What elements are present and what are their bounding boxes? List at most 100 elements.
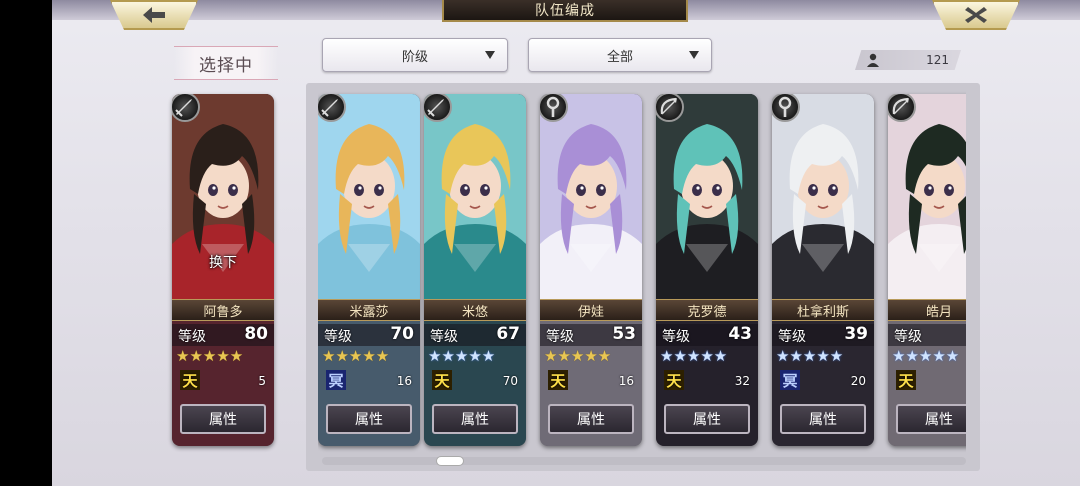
staff-icon (778, 96, 792, 117)
character-portrait (318, 94, 420, 299)
attribute-button[interactable]: 属性 (780, 404, 866, 434)
character-card[interactable]: 皓月等级2★★★★★ 天属性 (888, 94, 966, 446)
character-name: 米悠 (424, 299, 526, 321)
back-arrow-icon (143, 7, 165, 23)
heaven-attribute-icon: 天 (432, 370, 452, 390)
sword-icon (321, 99, 338, 117)
page-title: 队伍编成 (442, 0, 688, 22)
sub-number: 5 (258, 374, 266, 388)
character-portrait (540, 94, 642, 299)
level-value: 53 (612, 324, 636, 344)
level-label: 等级 (430, 329, 458, 345)
level-value: 80 (244, 324, 268, 344)
class-badge (656, 94, 684, 122)
staff-icon (546, 96, 560, 117)
character-name: 伊娃 (540, 299, 642, 321)
sub-number: 32 (734, 374, 750, 388)
bow-icon (892, 97, 909, 115)
sub-number: 70 (502, 374, 518, 388)
attribute-button[interactable]: 属性 (432, 404, 518, 434)
bow-icon (660, 97, 677, 115)
class-badge (424, 94, 452, 122)
close-icon (965, 7, 987, 23)
character-name: 阿鲁多 (172, 299, 274, 321)
rank-dropdown-label: 阶级 (401, 49, 428, 65)
level-row: 等级 43 (656, 324, 758, 346)
class-badge (772, 94, 800, 122)
character-card[interactable]: 克罗德 等级 43 ★★★★★ 天 32 属性 (656, 94, 758, 446)
level-value: 43 (728, 324, 752, 344)
character-name: 杜拿利斯 (772, 299, 874, 321)
level-label: 等级 (894, 329, 922, 345)
level-label: 等级 (662, 329, 690, 345)
heaven-attribute-icon: 天 (548, 370, 568, 390)
rarity-stars: ★★★★★ (176, 347, 244, 365)
rank-dropdown[interactable]: 阶级 (322, 38, 508, 72)
character-name: 米露莎 (318, 299, 420, 321)
rarity-stars: ★★★★★ (428, 347, 496, 365)
attribute-button[interactable]: 属性 (326, 404, 412, 434)
character-card[interactable]: 杜拿利斯等级 39 ★★★★★ 冥 20 属性 (772, 94, 874, 446)
attribute-button[interactable]: 属性 (664, 404, 750, 434)
roster-list[interactable]: 米露莎 等级 70 ★★★★★ 冥 16 属性 米悠 等级 67 ★★★★★ 天 70 属性 伊娃 等级 5… (318, 88, 966, 458)
scroll-thumb[interactable] (436, 456, 464, 466)
level-row: 等级 70 (318, 324, 420, 346)
level-label: 等级 (178, 329, 206, 345)
heaven-attribute-icon: 天 (664, 370, 684, 390)
attribute-button[interactable]: 属性 (180, 404, 266, 434)
class-badge (318, 94, 346, 122)
character-portrait (888, 94, 966, 299)
character-portrait (656, 94, 758, 299)
level-row: 等级 67 (424, 324, 526, 346)
filter-dropdown[interactable]: 全部 (528, 38, 712, 72)
swap-out-label[interactable]: 换下 (172, 252, 274, 272)
class-badge (540, 94, 568, 122)
level-label: 等级 (778, 329, 806, 345)
attribute-button[interactable]: 属性 (548, 404, 634, 434)
sub-number: 16 (618, 374, 634, 388)
dark-attribute-icon: 冥 (326, 370, 346, 390)
level-row: 等级 80 (172, 324, 274, 346)
rarity-stars: ★★★★★ (776, 347, 844, 365)
stage: 队伍编成 选择中 阶级 全部 121 换下 阿鲁多 等级 80 ★★★★★ 天 … (0, 0, 1080, 486)
unit-count: 121 (855, 50, 961, 70)
level-label: 等级 (324, 329, 352, 345)
screen: 队伍编成 选择中 阶级 全部 121 换下 阿鲁多 等级 80 ★★★★★ 天 … (52, 0, 1080, 486)
selected-character-card[interactable]: 换下阿鲁多等级 80 ★★★★★ 天 5 属性 (172, 94, 274, 446)
level-value: 39 (844, 324, 868, 344)
class-badge (888, 94, 916, 122)
rarity-stars: ★★★★★ (892, 347, 960, 365)
character-card[interactable]: 伊娃等级 53 ★★★★★ 天 16 属性 (540, 94, 642, 446)
close-button[interactable] (932, 0, 1020, 30)
level-row: 等级 39 (772, 324, 874, 346)
level-value: 70 (390, 324, 414, 344)
sword-icon (175, 99, 192, 117)
person-icon (867, 53, 879, 67)
heaven-attribute-icon: 天 (180, 370, 200, 390)
level-row: 等级 53 (540, 324, 642, 346)
back-button[interactable] (110, 0, 198, 30)
unit-count-value: 121 (926, 53, 949, 67)
sub-number: 20 (850, 374, 866, 388)
chevron-down-icon (485, 51, 495, 59)
rarity-stars: ★★★★★ (660, 347, 728, 365)
sub-number: 16 (396, 374, 412, 388)
character-name: 皓月 (888, 299, 966, 321)
filter-dropdown-label: 全部 (606, 49, 633, 65)
attribute-button[interactable]: 属性 (896, 404, 966, 434)
character-card[interactable]: 米悠等级 67 ★★★★★ 天 70 属性 (424, 94, 526, 446)
chevron-down-icon (689, 51, 699, 59)
heaven-attribute-icon: 天 (896, 370, 916, 390)
level-value: 67 (496, 324, 520, 344)
character-portrait (772, 94, 874, 299)
rarity-stars: ★★★★★ (544, 347, 612, 365)
character-card[interactable]: 米露莎等级 70 ★★★★★ 冥 16 属性 (318, 94, 420, 446)
character-portrait (424, 94, 526, 299)
sword-icon (427, 99, 444, 117)
level-label: 等级 (546, 329, 574, 345)
rarity-stars: ★★★★★ (322, 347, 390, 365)
roster-scrollbar[interactable] (322, 457, 966, 465)
class-badge (172, 94, 200, 122)
selecting-label: 选择中 (174, 46, 278, 80)
dark-attribute-icon: 冥 (780, 370, 800, 390)
